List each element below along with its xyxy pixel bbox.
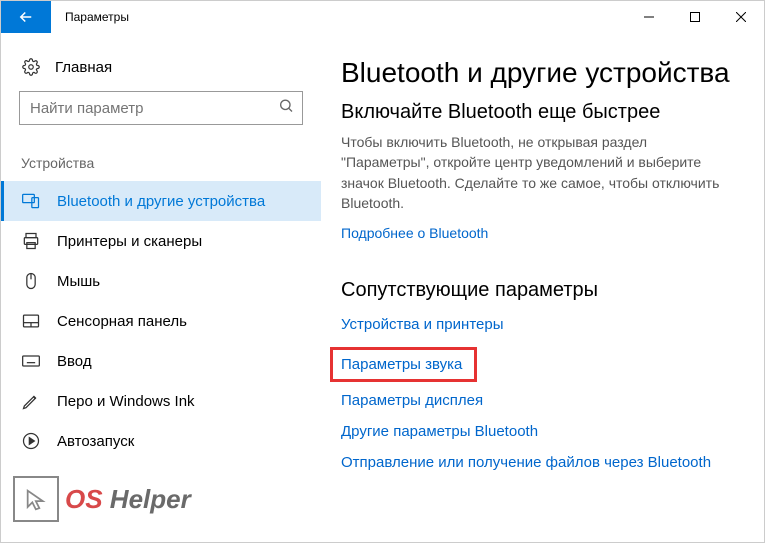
section-label: Устройства (1, 139, 321, 181)
highlight-box: Параметры звука (330, 347, 477, 382)
printer-icon (21, 231, 41, 251)
touchpad-icon (21, 311, 41, 331)
pen-icon (21, 391, 41, 411)
sidebar-item-autoplay[interactable]: Автозапуск (1, 421, 321, 461)
sidebar-item-label: Перо и Windows Ink (57, 393, 195, 410)
sidebar-item-mouse[interactable]: Мышь (1, 261, 321, 301)
home-button[interactable]: Главная (1, 51, 321, 91)
sidebar-item-label: Сенсорная панель (57, 313, 187, 330)
page-description: Чтобы включить Bluetooth, не открывая ра… (341, 132, 721, 213)
back-button[interactable] (1, 1, 51, 33)
maximize-icon (690, 12, 700, 22)
keyboard-icon (21, 351, 41, 371)
window-controls (626, 1, 764, 33)
sidebar-item-label: Bluetooth и другие устройства (57, 193, 265, 210)
main-panel: Bluetooth и другие устройства Включайте … (321, 33, 764, 542)
search-box[interactable] (19, 91, 303, 125)
sidebar-item-touchpad[interactable]: Сенсорная панель (1, 301, 321, 341)
arrow-left-icon (17, 8, 35, 26)
minimize-icon (644, 12, 654, 22)
sidebar-item-pen[interactable]: Перо и Windows Ink (1, 381, 321, 421)
sidebar-item-typing[interactable]: Ввод (1, 341, 321, 381)
maximize-button[interactable] (672, 1, 718, 33)
autoplay-icon (21, 431, 41, 451)
page-heading: Bluetooth и другие устройства (341, 57, 744, 89)
sidebar-item-label: Ввод (57, 353, 92, 370)
learn-more-link[interactable]: Подробнее о Bluetooth (341, 225, 488, 241)
close-icon (736, 12, 746, 22)
home-label: Главная (55, 59, 112, 76)
page-subheading: Включайте Bluetooth еще быстрее (341, 101, 744, 124)
sidebar-item-label: Автозапуск (57, 433, 134, 450)
search-icon (278, 98, 294, 119)
sidebar-item-printers[interactable]: Принтеры и сканеры (1, 221, 321, 261)
related-heading: Сопутствующие параметры (341, 279, 744, 302)
mouse-icon (21, 271, 41, 291)
sidebar: Главная Устройства Bluetooth и другие ус… (1, 33, 321, 542)
window-title: Параметры (51, 1, 143, 33)
sidebar-item-label: Мышь (57, 273, 100, 290)
related-link-sound[interactable]: Параметры звука (341, 356, 462, 373)
sidebar-item-bluetooth[interactable]: Bluetooth и другие устройства (1, 181, 321, 221)
related-link-send-files[interactable]: Отправление или получение файлов через B… (341, 454, 744, 471)
related-link-more-bluetooth[interactable]: Другие параметры Bluetooth (341, 423, 744, 440)
sidebar-item-label: Принтеры и сканеры (57, 233, 202, 250)
related-link-display[interactable]: Параметры дисплея (341, 392, 744, 409)
gear-icon (21, 57, 41, 77)
related-link-devices-printers[interactable]: Устройства и принтеры (341, 316, 744, 333)
close-button[interactable] (718, 1, 764, 33)
minimize-button[interactable] (626, 1, 672, 33)
search-input[interactable] (20, 100, 302, 117)
devices-icon (21, 191, 41, 211)
titlebar: Параметры (1, 1, 764, 33)
